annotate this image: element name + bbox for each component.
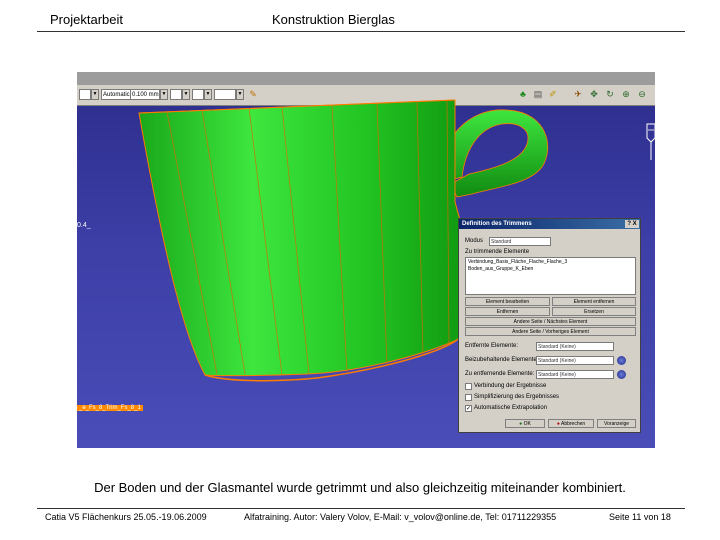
slide-caption: Der Boden und der Glasmantel wurde getri… — [94, 480, 626, 495]
header-divider — [37, 31, 685, 32]
remove-elements-field[interactable]: Standard (Keine) — [536, 370, 614, 379]
specification-tree-node[interactable]: _e_Fs_8_Trim_Fs_8_1 — [77, 405, 143, 411]
ok-button[interactable]: ● OK — [505, 419, 545, 428]
removed-elements-field[interactable]: Standard (Keine) — [536, 342, 614, 351]
auto-extrapolation-label: Automatische Extrapolation — [474, 405, 548, 411]
header-slide-title: Konstruktion Bierglas — [272, 12, 395, 27]
remove-elements-label: Zu entfernende Elemente: — [465, 371, 535, 377]
auto-extrapolation-checkbox[interactable]: ✓ — [465, 405, 472, 412]
modus-select[interactable]: Standard — [489, 237, 551, 246]
ok-label: OK — [523, 421, 531, 427]
dialog-title-bar: Definition des Trimmens ? X — [459, 219, 640, 229]
footer-page-number: Seite 11 von 18 — [609, 512, 671, 522]
cancel-button[interactable]: ● Abbrechen — [548, 419, 594, 428]
footer-author: Alfatraining. Autor: Valery Volov, E-Mai… — [244, 512, 557, 522]
dialog-title: Definition des Trimmens — [462, 221, 532, 227]
trim-elements-list[interactable]: Verbindung_Basis_Fläche_Flache_Flache_3 … — [465, 257, 636, 295]
list-item[interactable]: Verbindung_Basis_Fläche_Flache_Flache_3 — [468, 259, 633, 266]
dimension-label: 0.4_ — [77, 222, 91, 229]
merge-results-label: Verbindung der Ergebnisse — [474, 383, 547, 389]
footer-course: Catia V5 Flächenkurs 25.05.-19.06.2009 — [45, 512, 207, 522]
dialog-help-close-buttons[interactable]: ? X — [625, 220, 639, 228]
ok-check-icon: ● — [519, 421, 523, 427]
cancel-icon: ● — [556, 421, 560, 427]
simplify-result-checkbox[interactable] — [465, 394, 472, 401]
cancel-label: Abbrechen — [560, 421, 586, 427]
edit-element-button[interactable]: Element bearbeiten — [465, 297, 550, 306]
replace-button[interactable]: Ersetzen — [552, 307, 636, 316]
catia-screenshot: ▼ Automatic ▼ — [77, 72, 655, 448]
list-item[interactable]: Boden_aus_Gruppe_K_Eben — [468, 266, 633, 273]
trim-definition-dialog: Definition des Trimmens ? X Modus Standa… — [458, 218, 641, 433]
kept-elements-select-icon[interactable] — [617, 356, 626, 365]
kept-elements-field[interactable]: Standard (Keine) — [536, 356, 614, 365]
remove-elements-select-icon[interactable] — [617, 370, 626, 379]
simplify-result-label: Simplifizierung des Ergebnisses — [474, 394, 560, 400]
removed-elements-label: Entfernte Elemente: — [465, 343, 519, 349]
modus-label: Modus — [465, 238, 484, 244]
footer-divider — [37, 508, 685, 509]
header-project-title: Projektarbeit — [50, 12, 123, 27]
elements-label: Zu trimmende Elemente — [465, 249, 530, 255]
kept-elements-label: Beizubehaltende Elemente: — [465, 357, 539, 363]
compass-icon[interactable] — [645, 116, 655, 162]
other-side-next-button[interactable]: Andere Seite / Nächstes Element — [465, 317, 636, 326]
other-side-previous-button[interactable]: Andere Seite / Vorheriges Element — [465, 327, 636, 336]
merge-results-checkbox[interactable] — [465, 383, 472, 390]
remove-element-button[interactable]: Element entfernen — [552, 297, 636, 306]
remove-button[interactable]: Entfernen — [465, 307, 550, 316]
preview-button[interactable]: Voranzeige — [597, 419, 636, 428]
